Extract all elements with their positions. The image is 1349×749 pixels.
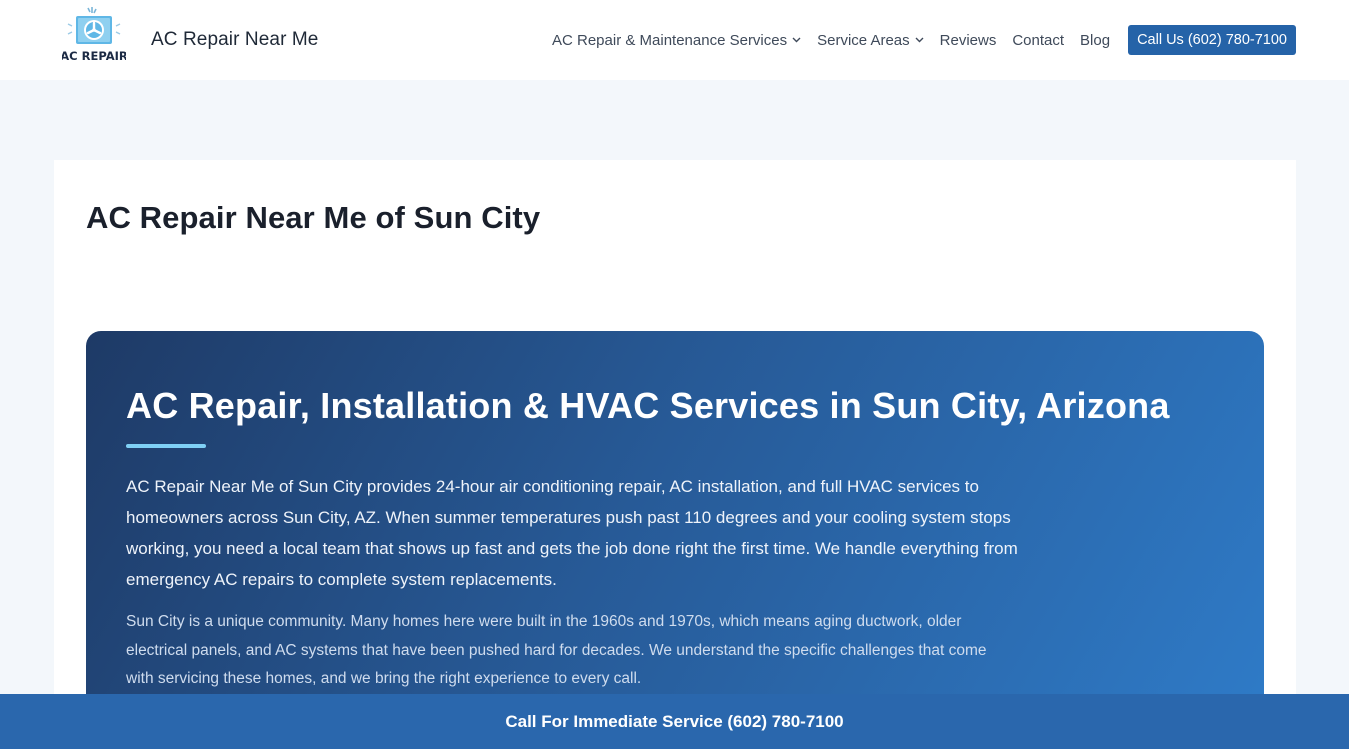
- nav-item-ac-repair-services[interactable]: AC Repair & Maintenance Services: [552, 32, 801, 49]
- hero-title-underline: [126, 444, 206, 448]
- site-header: AC REPAIR AC Repair Near Me AC Repair & …: [0, 0, 1349, 80]
- nav-item-label: Reviews: [939, 31, 997, 49]
- nav-item-label: AC Repair & Maintenance Services: [552, 31, 788, 49]
- chevron-down-icon: [915, 37, 924, 43]
- hero-community-paragraph: Sun City is a unique community. Many hom…: [126, 613, 987, 687]
- nav-item-service-areas[interactable]: Service Areas: [817, 32, 924, 49]
- nav-item-label: Contact: [1012, 31, 1065, 49]
- hero-title: AC Repair, Installation & HVAC Services …: [126, 385, 1170, 426]
- call-us-button[interactable]: Call Us (602) 780-7100: [1128, 25, 1296, 55]
- logo-text: AC REPAIR: [62, 49, 126, 63]
- content-card: AC Repair Near Me of Sun City AC Repair,…: [54, 160, 1296, 749]
- nav-item-reviews[interactable]: Reviews: [940, 32, 997, 49]
- chevron-down-icon: [792, 37, 801, 43]
- hero-intro-paragraph: AC Repair Near Me of Sun City provides 2…: [126, 477, 1018, 589]
- nav-item-contact[interactable]: Contact: [1012, 32, 1064, 49]
- sticky-call-bar[interactable]: Call For Immediate Service (602) 780-710…: [0, 694, 1349, 749]
- main-nav: AC Repair & Maintenance Services Service…: [552, 25, 1296, 55]
- site-title[interactable]: AC Repair Near Me: [151, 29, 318, 51]
- ac-unit-logo-icon[interactable]: AC REPAIR: [60, 6, 128, 64]
- hero-section: AC Repair, Installation & HVAC Services …: [86, 331, 1264, 749]
- page-title: AC Repair Near Me of Sun City: [86, 200, 541, 235]
- nav-item-label: Blog: [1080, 31, 1111, 49]
- nav-item-blog[interactable]: Blog: [1080, 32, 1110, 49]
- nav-item-label: Service Areas: [817, 31, 910, 49]
- sticky-call-label: Call For Immediate Service (602) 780-710…: [505, 711, 844, 731]
